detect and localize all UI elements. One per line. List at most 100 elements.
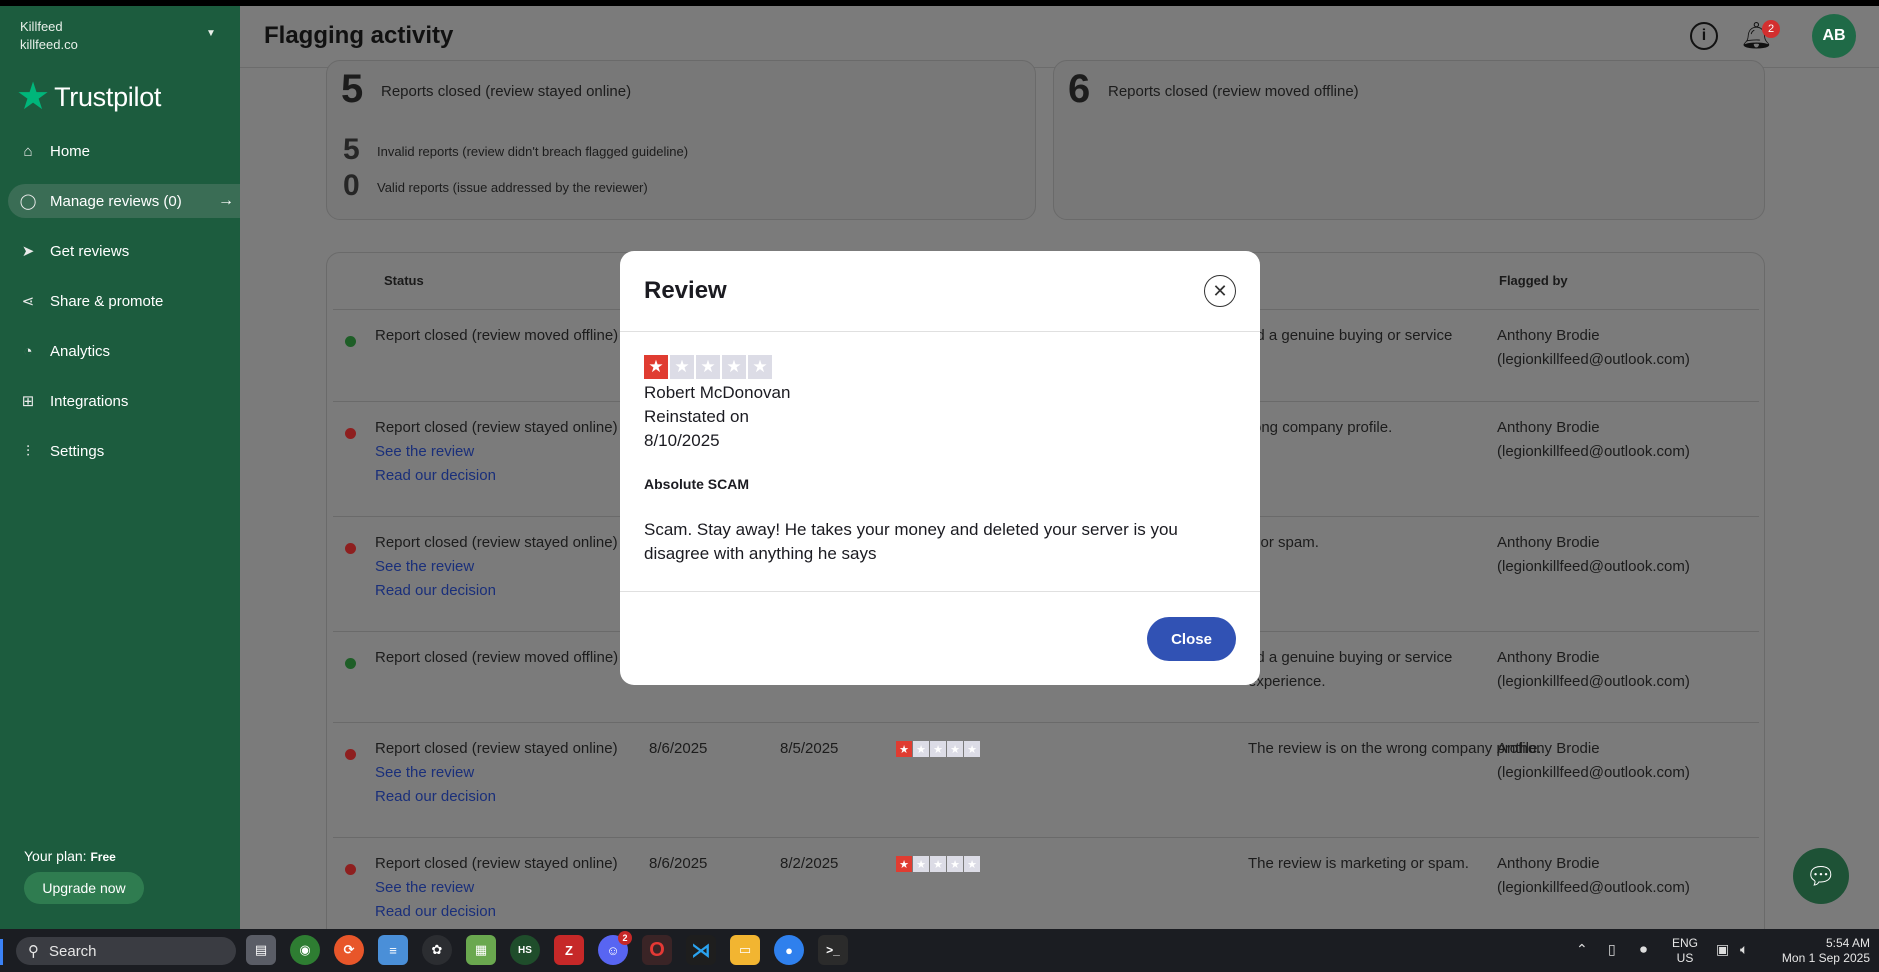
arrow-right-icon: →	[218, 192, 234, 209]
status-cell: Report closed (review stayed online) See…	[375, 531, 618, 603]
read-decision-link[interactable]: Read our decision	[375, 579, 618, 603]
close-icon[interactable]: ✕	[1204, 275, 1236, 307]
microphone-icon[interactable]: ⏺	[1640, 941, 1647, 958]
discord-badge: 2	[618, 931, 632, 945]
integrations-icon: ⊞	[21, 393, 35, 410]
terminal-icon[interactable]: >_	[818, 935, 848, 965]
column-header-status[interactable]: Status	[384, 273, 424, 288]
star-icon: ★	[896, 741, 912, 757]
status-dot	[345, 749, 356, 760]
discord-icon[interactable]: ☺ 2	[598, 931, 632, 965]
language-indicator[interactable]: ENG US	[1672, 936, 1698, 966]
status-text: Report closed (review stayed online)	[375, 419, 618, 436]
star-icon: ★	[913, 741, 929, 757]
upgrade-button[interactable]: Upgrade now	[24, 872, 144, 904]
chatgpt-icon[interactable]: ✿	[422, 935, 452, 965]
star-icon: ★	[913, 856, 929, 872]
file-manager-icon[interactable]: ▤	[246, 935, 276, 965]
vscode-icon[interactable]: ⋊	[686, 935, 716, 965]
column-header-flagged-by[interactable]: Flagged by	[1499, 273, 1568, 288]
table-row: Report closed (review stayed online) See…	[333, 722, 1759, 837]
share-icon: ⋖	[21, 293, 35, 310]
sidebar-item-get-reviews[interactable]: ➤ Get reviews	[8, 234, 240, 268]
star-icon: ★	[930, 856, 946, 872]
sidebar-item-home[interactable]: ⌂ Home	[8, 134, 240, 168]
sidebar-item-label: Settings	[50, 442, 105, 460]
valid-reports-count: 0	[343, 169, 360, 202]
hs-app-icon[interactable]: HS	[510, 935, 540, 965]
review-date: 8/2/2025	[780, 855, 839, 872]
star-rating: ★ ★ ★ ★ ★	[896, 856, 980, 872]
sidebar-item-manage-reviews[interactable]: ◯ Manage reviews (0) →	[8, 184, 248, 218]
sidebar-item-share-promote[interactable]: ⋖ Share & promote	[8, 284, 240, 318]
paper-plane-icon: ➤	[21, 243, 35, 260]
taskbar: ⚲ Search ▤ ◉ ⟳ ≡ ✿ ▦ HS Z ☺ 2 O ⋊ ▭ ● >_…	[0, 929, 1879, 972]
status-dot	[345, 543, 356, 554]
see-review-link[interactable]: See the review	[375, 876, 618, 900]
app-blue-icon[interactable]: ●	[774, 935, 804, 965]
info-icon[interactable]: i	[1690, 22, 1718, 50]
modal-title: Review	[644, 277, 727, 304]
chat-bubble-icon: ◯	[19, 193, 37, 210]
read-decision-link[interactable]: Read our decision	[375, 900, 618, 924]
close-button[interactable]: Close	[1147, 617, 1236, 661]
status-cell: Report closed (review stayed online) See…	[375, 852, 618, 924]
sheet-app-icon[interactable]: ▦	[466, 935, 496, 965]
trustpilot-logo[interactable]: ★ Trustpilot	[16, 78, 161, 116]
read-decision-link[interactable]: Read our decision	[375, 464, 618, 488]
flagger-email: (legionkillfeed@outlook.com)	[1497, 558, 1690, 575]
caret-down-icon[interactable]: ▼	[206, 28, 216, 39]
sidebar: Killfeed killfeed.co ▼ ★ Trustpilot ⌂ Ho…	[0, 6, 248, 929]
review-date: 8/5/2025	[780, 740, 839, 757]
star-icon: ★	[964, 856, 980, 872]
plan-info: Your plan: Free	[24, 848, 116, 864]
flagger-email: (legionkillfeed@outlook.com)	[1497, 443, 1690, 460]
star-icon: ★	[670, 355, 694, 379]
reason-text: The review is marketing or spam.	[1248, 855, 1469, 872]
chevron-up-icon[interactable]: ⌃	[1576, 941, 1588, 958]
reinstated-date: 8/10/2025	[644, 431, 720, 450]
taskbar-search[interactable]: ⚲ Search	[16, 937, 236, 965]
see-review-link[interactable]: See the review	[375, 761, 618, 785]
review-title: Absolute SCAM	[644, 476, 749, 492]
clock-date: Mon 1 Sep 2025	[1781, 951, 1870, 965]
business-name: Killfeed	[20, 19, 63, 34]
chat-bubble-icon[interactable]: 💬︎	[1793, 848, 1849, 904]
filezilla-icon[interactable]: Z	[554, 935, 584, 965]
invalid-reports-count: 5	[343, 133, 360, 166]
sidebar-item-analytics[interactable]: ◔ Analytics	[8, 334, 240, 368]
reviewer-info: Robert McDonovan Reinstated on 8/10/2025	[644, 381, 790, 453]
sidebar-item-integrations[interactable]: ⊞ Integrations	[8, 384, 240, 418]
sidebar-item-label: Home	[50, 142, 91, 160]
notepad-icon[interactable]: ≡	[378, 935, 408, 965]
flagger-name: Anthony Brodie	[1497, 649, 1600, 666]
business-switcher[interactable]: Killfeed killfeed.co	[20, 18, 78, 54]
active-window-indicator	[0, 939, 3, 965]
app-orange-icon[interactable]: ⟳	[334, 935, 364, 965]
network-icon[interactable]: ▣	[1716, 941, 1729, 958]
flagger-email: (legionkillfeed@outlook.com)	[1497, 673, 1690, 690]
sidebar-item-settings[interactable]: ⫶ Settings	[8, 434, 240, 468]
avatar[interactable]: AB	[1812, 14, 1856, 58]
plan-label: Your plan:	[24, 848, 87, 864]
status-dot	[345, 658, 356, 669]
opera-icon[interactable]: O	[642, 935, 672, 965]
flagger-name: Anthony Brodie	[1497, 855, 1600, 872]
volume-icon[interactable]: 🔈︎	[1740, 941, 1748, 958]
summary-card-moved-offline: 6 Reports closed (review moved offline)	[1053, 60, 1765, 220]
clock-time: 5:54 AM	[1825, 936, 1870, 950]
reinstated-label: Reinstated on	[644, 407, 749, 426]
sidebar-item-label: Get reviews	[50, 242, 130, 260]
clock[interactable]: 5:54 AM Mon 1 Sep 2025	[1770, 936, 1870, 966]
stayed-online-count: 5	[341, 67, 364, 111]
sliders-icon: ⫶	[26, 442, 30, 460]
chrome-icon[interactable]: ◉	[290, 935, 320, 965]
folder-icon[interactable]: ▭	[730, 935, 760, 965]
read-decision-link[interactable]: Read our decision	[375, 785, 618, 809]
usb-icon[interactable]: ▯	[1608, 941, 1616, 958]
star-icon: ★	[947, 856, 963, 872]
flagger-email: (legionkillfeed@outlook.com)	[1497, 764, 1690, 781]
see-review-link[interactable]: See the review	[375, 440, 618, 464]
sidebar-item-label: Share & promote	[50, 292, 164, 310]
see-review-link[interactable]: See the review	[375, 555, 618, 579]
